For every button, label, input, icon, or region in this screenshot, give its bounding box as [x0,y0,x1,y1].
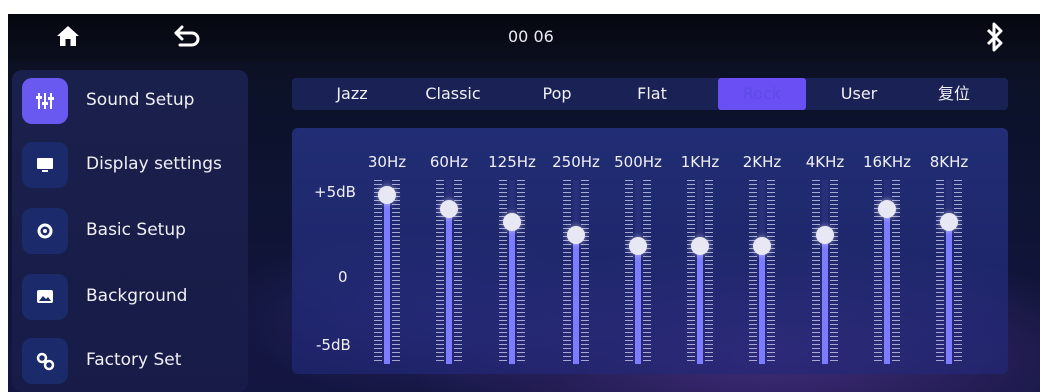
sidebar-item-display-settings[interactable]: Display settings [12,134,248,194]
preset-rock[interactable]: Rock [718,78,806,110]
slider-knob[interactable] [691,237,709,255]
preset-classic[interactable]: Classic [412,78,494,110]
band-freq-label: 60Hz [429,153,469,171]
slider-ticks [392,180,400,364]
top-bar: 00 06 [8,14,1040,62]
eq-band-slider[interactable] [745,180,779,364]
sidebar-item-sound-setup[interactable]: Sound Setup [12,70,248,130]
db-label-top: +5dB [314,183,356,201]
gear-icon [22,208,68,254]
sidebar-item-background[interactable]: Background [12,266,248,326]
slider-fill [697,246,703,364]
preset-user[interactable]: User [816,78,902,110]
slider-fill [884,209,890,364]
slider-knob[interactable] [440,200,458,218]
db-label-bottom: -5dB [316,336,351,354]
slider-ticks [374,180,382,364]
slider-ticks [830,180,838,364]
band-freq-label: 250Hz [552,153,600,171]
slider-ticks [643,180,651,364]
home-icon[interactable] [56,24,80,48]
slider-ticks [499,180,507,364]
slider-ticks [625,180,633,364]
slider-knob[interactable] [878,200,896,218]
slider-ticks [812,180,820,364]
slider-knob[interactable] [753,237,771,255]
slider-ticks [936,180,944,364]
image-icon [22,274,68,320]
slider-fill [822,235,828,364]
eq-preset-bar: Jazz Classic Pop Flat Rock User 复位 [292,78,1008,110]
slider-fill [635,246,641,364]
slider-knob[interactable] [503,213,521,231]
head-unit-screen: 00 06 Sound Setup Display settings Basic… [8,14,1040,392]
slider-ticks [687,180,695,364]
settings-sidebar: Sound Setup Display settings Basic Setup… [12,70,248,392]
eq-band-slider[interactable] [432,180,466,364]
slider-fill [446,209,452,364]
band-freq-label: 30Hz [367,153,407,171]
slider-ticks [581,180,589,364]
eq-band-slider[interactable] [559,180,593,364]
slider-fill [573,235,579,364]
sidebar-item-factory-set[interactable]: Factory Set [12,330,248,390]
preset-reset[interactable]: 复位 [918,78,990,110]
sidebar-item-label: Background [86,286,188,306]
slider-knob[interactable] [378,186,396,204]
eq-band-slider[interactable] [808,180,842,364]
eq-band-slider[interactable] [683,180,717,364]
band-freq-label: 4KHz [805,153,845,171]
slider-ticks [517,180,525,364]
eq-band-slider[interactable] [870,180,904,364]
sidebar-item-label: Factory Set [86,350,182,370]
sidebar-item-label: Display settings [86,154,222,174]
band-freq-label: 125Hz [488,153,536,171]
slider-ticks [767,180,775,364]
slider-knob[interactable] [567,226,585,244]
sidebar-item-basic-setup[interactable]: Basic Setup [12,200,248,260]
sidebar-item-label: Sound Setup [86,90,195,110]
slider-fill [759,246,765,364]
eq-band-slider[interactable] [932,180,966,364]
slider-fill [509,222,515,364]
monitor-icon [22,142,68,188]
band-freq-label: 1KHz [680,153,720,171]
eq-band-slider[interactable] [495,180,529,364]
gears-icon [22,338,68,384]
slider-fill [946,222,952,364]
band-freq-label: 16KHz [862,153,912,171]
preset-pop[interactable]: Pop [514,78,600,110]
sidebar-item-label: Basic Setup [86,220,186,240]
equalizer-icon [22,78,68,124]
equalizer-panel: +5dB 0 -5dB 30Hz 60Hz 125Hz 250Hz 500Hz 1KHz 2… [292,128,1008,374]
back-icon[interactable] [172,23,202,49]
db-label-zero: 0 [338,268,348,286]
slider-knob[interactable] [940,213,958,231]
clock-text: 00 06 [508,27,554,46]
slider-ticks [563,180,571,364]
slider-ticks [749,180,757,364]
band-freq-label: 8KHz [929,153,969,171]
slider-ticks [954,180,962,364]
band-freq-label: 2KHz [742,153,782,171]
eq-band-slider[interactable] [621,180,655,364]
slider-knob[interactable] [629,237,647,255]
preset-jazz[interactable]: Jazz [312,78,392,110]
preset-flat[interactable]: Flat [616,78,688,110]
band-freq-label: 500Hz [614,153,662,171]
bluetooth-icon[interactable] [984,22,1006,52]
slider-knob[interactable] [816,226,834,244]
slider-fill [384,195,390,364]
slider-ticks [705,180,713,364]
eq-band-slider[interactable] [370,180,404,364]
